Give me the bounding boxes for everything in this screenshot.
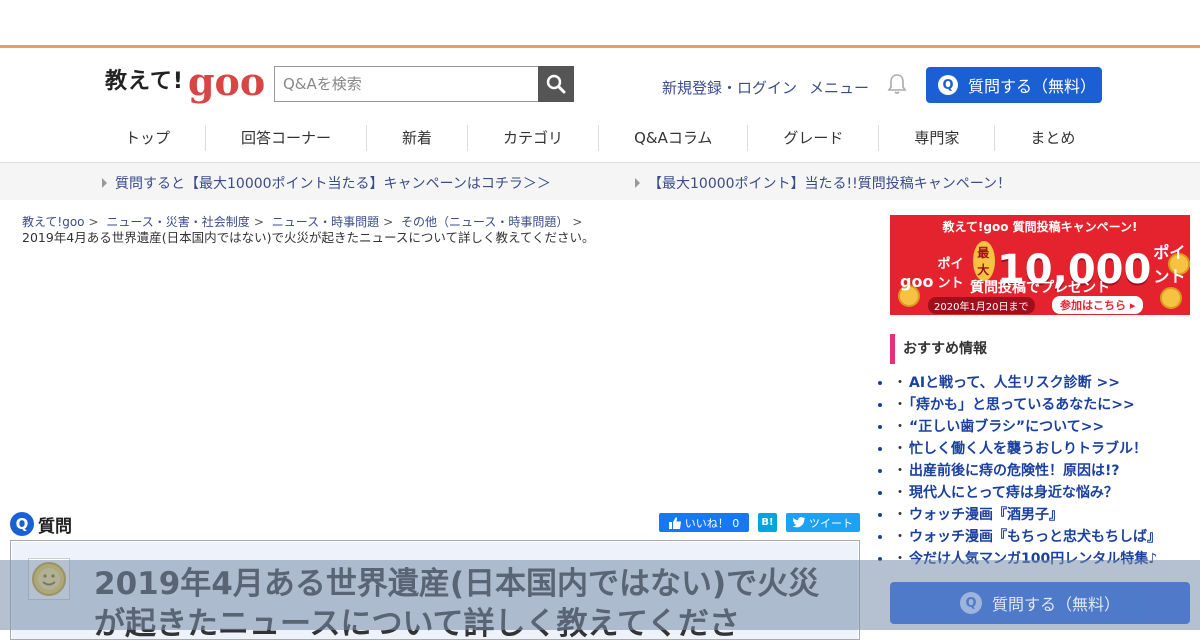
floating-ask-label: 質問する（無料） bbox=[991, 595, 1120, 614]
question-icon: Q bbox=[938, 75, 958, 95]
breadcrumb: 教えて!goo > ニュース・災害・社会制度 > ニュース・時事問題 > その他（ニュ… bbox=[22, 215, 852, 245]
question-label: 質問 bbox=[38, 516, 72, 537]
breadcrumb-separator: > bbox=[253, 215, 264, 229]
ask-button-label: 質問する（無料） bbox=[968, 77, 1097, 96]
site-logo[interactable]: 教えて! goo bbox=[105, 61, 265, 101]
bullet: ・ bbox=[893, 485, 907, 501]
nav-qa-column[interactable]: Q&Aコラム bbox=[599, 125, 749, 151]
bullet: ・ bbox=[893, 529, 907, 545]
search-input[interactable] bbox=[274, 66, 538, 102]
like-count-label: いいね！ 0 bbox=[684, 516, 740, 530]
twitter-bird-icon bbox=[793, 517, 805, 528]
breadcrumb-item[interactable]: その他（ニュース・時事問題） bbox=[401, 215, 568, 229]
banner-heading: 教えて!goo 質問投稿キャンペーン! bbox=[942, 220, 1138, 234]
site-header: 教えて! goo 新規登録・ログイン メニュー Q 質問する（無料） bbox=[0, 51, 1200, 117]
breadcrumb-separator: > bbox=[383, 215, 394, 229]
nav-experts[interactable]: 専門家 bbox=[879, 125, 996, 151]
question-icon: Q bbox=[959, 592, 982, 614]
main-nav: トップ 回答コーナー 新着 カテゴリ Q&Aコラム グレード 専門家 まとめ bbox=[90, 118, 1110, 158]
recommend-item[interactable]: ・ウォッチ漫画『もちっと忠犬もちしば』 bbox=[893, 526, 1193, 548]
banner-max: 最大 bbox=[973, 241, 995, 281]
recommend-item[interactable]: ・“正しい歯ブラシ”について>> bbox=[893, 416, 1193, 438]
banner-join-link: 参加はこちら ▸ bbox=[1052, 296, 1144, 314]
recommend-item[interactable]: ・現代人にとって痔は身近な悩み？ bbox=[893, 482, 1193, 504]
recommend-item-label: ウォッチ漫画『もちっと忠犬もちしば』 bbox=[909, 529, 1161, 545]
recommend-item-label: 「痔かも」と思っているあなたに>> bbox=[909, 397, 1135, 413]
breadcrumb-current: 2019年4月ある世界遺産(日本国内ではない)で火災が起きたニュースについて詳し… bbox=[22, 230, 595, 245]
recommend-item[interactable]: ・AIと戦って、人生リスク診断 >> bbox=[893, 372, 1193, 394]
register-login-link[interactable]: 新規登録・ログイン bbox=[662, 77, 797, 98]
recommend-item[interactable]: ・「痔かも」と思っているあなたに>> bbox=[893, 394, 1193, 416]
search-button[interactable] bbox=[538, 66, 574, 102]
arrow-right-icon bbox=[102, 178, 107, 188]
bullet: ・ bbox=[893, 441, 907, 457]
nav-grade[interactable]: グレード bbox=[748, 125, 880, 151]
banner-subtitle: 質問投稿でプレゼント bbox=[970, 280, 1110, 296]
breadcrumb-separator: > bbox=[88, 215, 99, 229]
nav-category[interactable]: カテゴリ bbox=[468, 125, 600, 151]
floating-ask-button[interactable]: Q 質問する（無料） bbox=[890, 582, 1190, 624]
recommend-item-label: AIと戦って、人生リスク診断 >> bbox=[909, 375, 1120, 391]
recommend-item-label: 忙しく働く人を襲うおしりトラブル！ bbox=[909, 441, 1147, 457]
bullet: ・ bbox=[893, 375, 907, 391]
recommend-item-label: “正しい歯ブラシ”について>> bbox=[909, 419, 1105, 435]
hatena-bookmark-button[interactable]: B! bbox=[758, 513, 777, 532]
top-bar bbox=[0, 0, 1200, 48]
notice-text: 質問すると【最大10000ポイント当たる】キャンペーンはコチラ＞＞ bbox=[115, 176, 551, 192]
nav-new[interactable]: 新着 bbox=[367, 125, 469, 151]
notice-link-campaign[interactable]: 質問すると【最大10000ポイント当たる】キャンペーンはコチラ＞＞ bbox=[102, 173, 551, 193]
ask-question-button[interactable]: Q 質問する（無料） bbox=[926, 67, 1102, 103]
menu-link[interactable]: メニュー bbox=[809, 77, 869, 98]
breadcrumb-separator: > bbox=[572, 215, 583, 229]
campaign-banner[interactable]: 教えて!goo 質問投稿キャンペーン! goo ポイント 最大 10,000 ポ… bbox=[890, 215, 1190, 315]
bullet: ・ bbox=[893, 463, 907, 479]
search-bar bbox=[274, 66, 574, 102]
nav-answer-corner[interactable]: 回答コーナー bbox=[206, 125, 368, 151]
bullet: ・ bbox=[893, 397, 907, 413]
search-icon bbox=[546, 74, 566, 94]
nav-summary[interactable]: まとめ bbox=[995, 125, 1110, 151]
recommend-item[interactable]: ・出産前後に痔の危険性！原因は!? bbox=[893, 460, 1193, 482]
recommend-list: ・AIと戦って、人生リスク診断 >> ・「痔かも」と思っているあなたに>> ・“… bbox=[893, 372, 1193, 570]
breadcrumb-item[interactable]: 教えて!goo bbox=[22, 215, 85, 229]
recommend-item-label: 出産前後に痔の危険性！原因は!? bbox=[909, 463, 1120, 479]
logo-brand: goo bbox=[187, 59, 266, 104]
recommend-item[interactable]: ・忙しく働く人を襲うおしりトラブル！ bbox=[893, 438, 1193, 460]
notice-link-post-campaign[interactable]: 【最大10000ポイント】当たる!!質問投稿キャンペーン！ bbox=[635, 173, 1011, 193]
logo-text: 教えて! bbox=[105, 69, 184, 94]
question-badge-icon: Q bbox=[10, 512, 34, 536]
notice-bar: 質問すると【最大10000ポイント当たる】キャンペーンはコチラ＞＞ 【最大100… bbox=[0, 163, 1200, 200]
notice-text: 【最大10000ポイント】当たる!!質問投稿キャンペーン！ bbox=[648, 176, 1012, 192]
breadcrumb-item[interactable]: ニュース・時事問題 bbox=[272, 215, 379, 229]
nav-top[interactable]: トップ bbox=[90, 125, 207, 151]
recommend-item-label: ウォッチ漫画『酒男子』 bbox=[909, 507, 1063, 523]
recommend-item[interactable]: ・ウォッチ漫画『酒男子』 bbox=[893, 504, 1193, 526]
facebook-like-button[interactable]: いいね！ 0 bbox=[659, 513, 749, 532]
banner-deadline: 2020年1月20日まで bbox=[928, 297, 1035, 314]
question-header: Q 質問 bbox=[10, 512, 72, 537]
tweet-button[interactable]: ツイート bbox=[786, 513, 860, 532]
bell-icon bbox=[887, 74, 907, 94]
bullet: ・ bbox=[893, 419, 907, 435]
bullet: ・ bbox=[893, 507, 907, 523]
recommend-item-label: 現代人にとって痔は身近な悩み？ bbox=[909, 485, 1118, 501]
tweet-label: ツイート bbox=[809, 516, 853, 530]
arrow-right-icon bbox=[635, 178, 640, 188]
breadcrumb-item[interactable]: ニュース・災害・社会制度 bbox=[106, 215, 249, 229]
notification-button[interactable] bbox=[886, 73, 908, 95]
thumbs-up-icon bbox=[668, 516, 681, 529]
recommend-heading: おすすめ情報 bbox=[890, 334, 1190, 364]
